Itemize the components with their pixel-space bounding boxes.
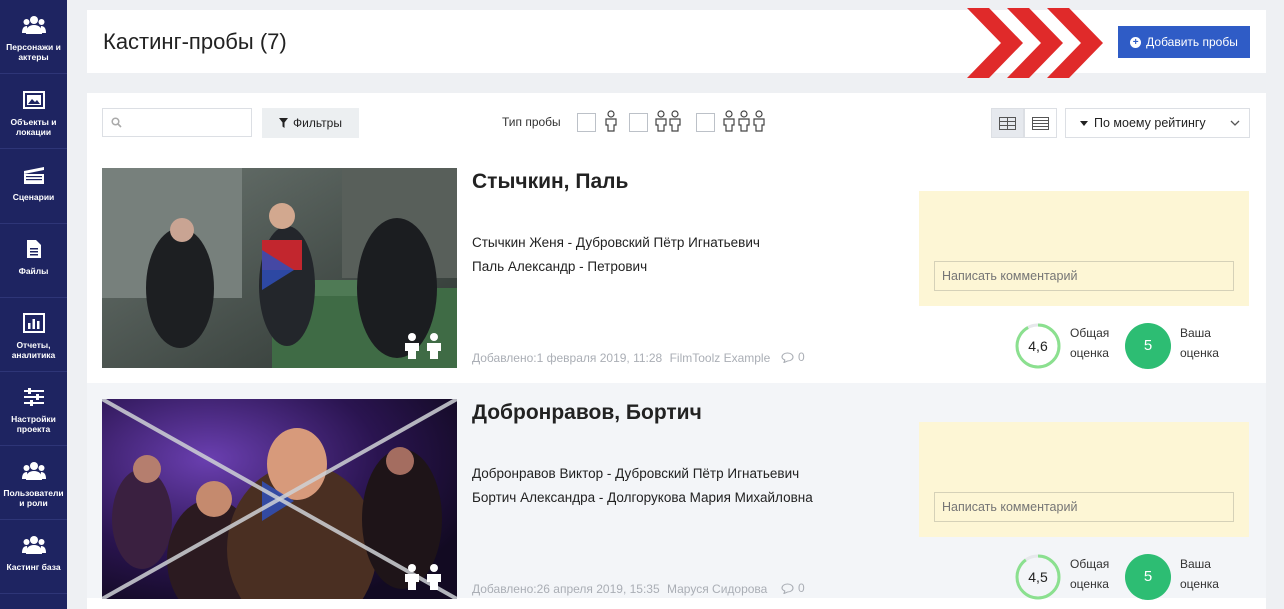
group-people-icon (723, 110, 765, 132)
my-score-badge[interactable]: 5 (1125, 554, 1171, 600)
filters-label: Фильтры (293, 116, 342, 130)
pair-people-icon (405, 564, 441, 590)
type-single-checkbox[interactable] (577, 113, 596, 132)
list-view-button[interactable] (1024, 108, 1057, 138)
sidebar-item-objects[interactable]: Объекты и локации (0, 75, 67, 149)
audition-card: Добронравов, Бортич Добронравов Виктор -… (87, 383, 1266, 600)
average-score-caption: Общая оценка (1070, 326, 1110, 360)
table-icon (999, 116, 1016, 130)
sidebar-item-label: Персонажи и актеры (6, 42, 61, 62)
sidebar-item-label: Настройки проекта (11, 414, 56, 434)
comment-area (919, 422, 1249, 537)
added-date: Добавлено:26 апреля 2019, 15:35 (472, 582, 660, 596)
average-score: 4,5 (1028, 569, 1048, 585)
sort-dropdown[interactable]: По моему рейтингу (1065, 108, 1250, 138)
chevrons-decoration (967, 8, 1103, 78)
list-icon (1032, 116, 1049, 130)
comments-count[interactable]: 0 (781, 581, 805, 595)
author-name: Маруся Сидорова (667, 582, 768, 596)
comment-area (919, 191, 1249, 306)
role-line: Бортич Александра - Долгорукова Мария Ми… (472, 490, 813, 505)
added-info: Добавлено:1 февраля 2019, 11:28 FilmTool… (472, 351, 770, 365)
sidebar-item-settings[interactable]: Настройки проекта (0, 372, 67, 446)
average-score-caption: Общая оценка (1070, 557, 1110, 591)
users-icon (21, 458, 47, 484)
my-score-caption: Ваша оценка (1180, 326, 1219, 360)
average-score-ring: 4,5 (1015, 554, 1061, 600)
comment-icon (781, 351, 794, 363)
type-pair-checkbox[interactable] (629, 113, 648, 132)
sidebar-item-label: Сценарии (12, 192, 55, 202)
video-thumbnail[interactable] (102, 399, 457, 599)
plus-icon: + (1130, 36, 1142, 48)
audition-type-label: Тип пробы (502, 115, 561, 129)
clapperboard-icon (21, 162, 47, 188)
added-info: Добавлено:26 апреля 2019, 15:35 Маруся С… (472, 582, 767, 596)
comment-icon (781, 582, 794, 594)
sidebar-item-label: Пользователи и роли (3, 488, 64, 508)
comments-number: 0 (798, 581, 805, 595)
users-icon (21, 12, 47, 38)
audition-card: Стычкин, Паль Стычкин Женя - Дубровский … (87, 152, 1266, 369)
users-icon (21, 532, 47, 558)
my-score-badge[interactable]: 5 (1125, 323, 1171, 369)
add-audition-button[interactable]: + Добавить пробы (1118, 26, 1250, 58)
sidebar-item-label: Объекты и локации (10, 117, 57, 137)
bar-chart-icon (21, 310, 47, 336)
average-score-ring: 4,6 (1015, 323, 1061, 369)
sidebar-item-label: Файлы (18, 266, 49, 276)
sidebar-item-reports[interactable]: Отчеты, аналитика (0, 298, 67, 372)
comment-input[interactable] (934, 492, 1234, 522)
comment-input[interactable] (934, 261, 1234, 291)
comments-count[interactable]: 0 (781, 350, 805, 364)
role-line: Добронравов Виктор - Дубровский Пётр Игн… (472, 466, 800, 481)
sidebar-item-casting-base[interactable]: Кастинг база (0, 520, 67, 594)
audition-title[interactable]: Стычкин, Паль (472, 170, 628, 194)
single-person-icon (605, 110, 617, 132)
sidebar-item-label: Кастинг база (6, 562, 61, 572)
page-header: Кастинг-пробы (7) + Добавить пробы (87, 8, 1266, 78)
sidebar-item-scripts[interactable]: Сценарии (0, 150, 67, 224)
search-box (102, 108, 252, 137)
add-audition-label: Добавить пробы (1146, 35, 1238, 49)
sliders-icon (21, 384, 47, 410)
file-icon (21, 236, 47, 262)
chevron-down-icon (1230, 120, 1240, 126)
filter-icon (279, 118, 289, 128)
image-icon (21, 87, 47, 113)
added-date: Добавлено:1 февраля 2019, 11:28 (472, 351, 663, 365)
search-input[interactable] (127, 113, 247, 133)
audition-title[interactable]: Добронравов, Бортич (472, 401, 702, 425)
page-title: Кастинг-пробы (7) (103, 29, 287, 54)
pair-people-icon (655, 110, 681, 132)
sort-label: По моему рейтингу (1094, 116, 1206, 130)
sidebar-item-label: Отчеты, аналитика (11, 340, 56, 360)
comments-number: 0 (798, 350, 805, 364)
sidebar-item-users[interactable]: Пользователи и роли (0, 446, 67, 520)
average-score: 4,6 (1028, 338, 1048, 354)
caret-down-icon (1080, 120, 1088, 126)
sidebar-item-characters[interactable]: Персонажи и актеры (0, 0, 67, 74)
type-group-checkbox[interactable] (696, 113, 715, 132)
role-line: Стычкин Женя - Дубровский Пётр Игнатьеви… (472, 235, 760, 250)
sidebar-item-files[interactable]: Файлы (0, 224, 67, 298)
my-score-caption: Ваша оценка (1180, 557, 1219, 591)
role-line: Паль Александр - Петрович (472, 259, 648, 274)
video-thumbnail[interactable] (102, 168, 457, 368)
sidebar: Персонажи и актеры Объекты и локации Сце… (0, 0, 67, 609)
pair-people-icon (405, 333, 441, 359)
author-name: FilmToolz Example (669, 351, 771, 365)
filters-button[interactable]: Фильтры (262, 108, 359, 138)
grid-view-button[interactable] (991, 108, 1024, 138)
search-icon (111, 117, 122, 128)
